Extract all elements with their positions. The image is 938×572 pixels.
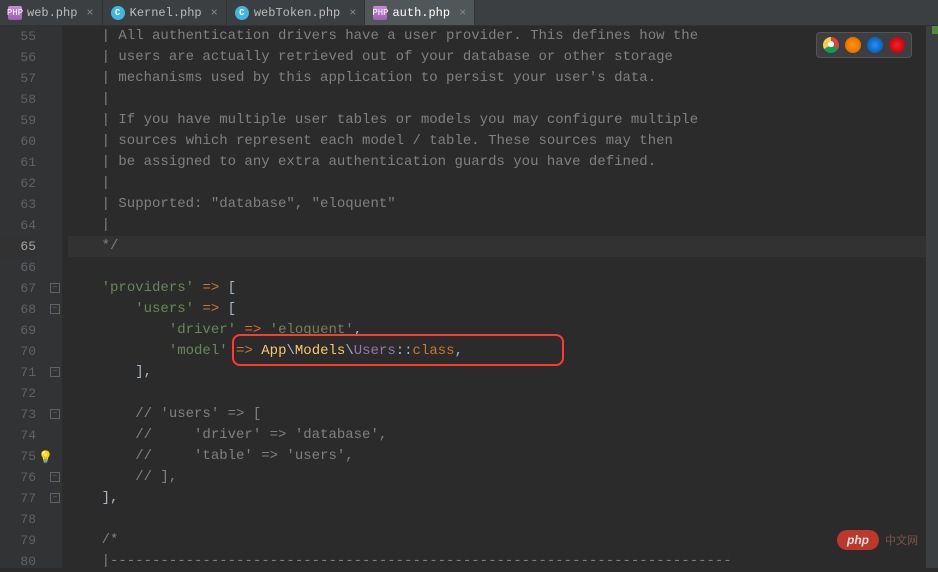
tab-webToken-php[interactable]: CwebToken.php × bbox=[227, 0, 366, 25]
fold-marker[interactable]: − bbox=[50, 493, 60, 503]
code-line[interactable]: 💡 */ bbox=[68, 236, 938, 257]
line-number: 80 bbox=[0, 551, 36, 572]
line-number: 62 bbox=[0, 173, 36, 194]
tab-label: web.php bbox=[27, 6, 77, 20]
code-line[interactable]: // 'table' => 'users', bbox=[68, 446, 938, 467]
intention-bulb-icon[interactable]: 💡 bbox=[38, 448, 54, 464]
close-icon[interactable]: × bbox=[459, 6, 466, 20]
editor-area: 5556575859606162636465666768697071727374… bbox=[0, 26, 938, 568]
chrome-icon[interactable] bbox=[823, 37, 839, 53]
tab-label: webToken.php bbox=[254, 6, 340, 20]
c-file-icon: C bbox=[111, 6, 125, 20]
code-line[interactable]: ], bbox=[68, 362, 938, 383]
line-number: 66 bbox=[0, 257, 36, 278]
close-icon[interactable]: × bbox=[349, 6, 356, 20]
line-number: 65 bbox=[0, 236, 36, 257]
code-line[interactable]: | bbox=[68, 215, 938, 236]
code-line[interactable]: ], bbox=[68, 488, 938, 509]
code-line[interactable]: | be assigned to any extra authenticatio… bbox=[68, 152, 938, 173]
code-line[interactable]: | bbox=[68, 89, 938, 110]
close-icon[interactable]: × bbox=[211, 6, 218, 20]
close-icon[interactable]: × bbox=[86, 6, 93, 20]
editor-tabs: PHPweb.php×CKernel.php×CwebToken.php×PHP… bbox=[0, 0, 938, 26]
line-number: 69 bbox=[0, 320, 36, 341]
fold-marker[interactable]: − bbox=[50, 409, 60, 419]
code-line[interactable]: | users are actually retrieved out of yo… bbox=[68, 47, 938, 68]
line-number: 68 bbox=[0, 299, 36, 320]
code-content[interactable]: | All authentication drivers have a user… bbox=[62, 26, 938, 568]
line-number: 63 bbox=[0, 194, 36, 215]
fold-marker[interactable]: − bbox=[50, 472, 60, 482]
watermark-badge: php bbox=[837, 530, 879, 550]
code-line[interactable]: | Supported: "database", "eloquent" bbox=[68, 194, 938, 215]
php-file-icon: PHP bbox=[373, 6, 387, 20]
line-number: 60 bbox=[0, 131, 36, 152]
code-line[interactable]: 'driver' => 'eloquent', bbox=[68, 320, 938, 341]
line-number: 70 bbox=[0, 341, 36, 362]
opera-icon[interactable] bbox=[889, 37, 905, 53]
line-number: 72 bbox=[0, 383, 36, 404]
line-number: 77 bbox=[0, 488, 36, 509]
c-file-icon: C bbox=[235, 6, 249, 20]
tab-Kernel-php[interactable]: C Kernel.php × bbox=[103, 0, 227, 25]
code-line[interactable]: 'model' => App\Models\Users::class, bbox=[68, 341, 938, 362]
code-line[interactable]: | mechanisms used by this application to… bbox=[68, 68, 938, 89]
safari-icon[interactable] bbox=[867, 37, 883, 53]
watermark-text: 中文网 bbox=[885, 532, 918, 548]
fold-marker[interactable]: − bbox=[50, 304, 60, 314]
code-line[interactable]: | sources which represent each model / t… bbox=[68, 131, 938, 152]
line-number: 57 bbox=[0, 68, 36, 89]
tab-label: auth.php bbox=[392, 6, 450, 20]
tab-auth-php[interactable]: PHP auth.php × bbox=[365, 0, 475, 25]
tab-label: Kernel.php bbox=[130, 6, 202, 20]
line-number-gutter: 5556575859606162636465666768697071727374… bbox=[0, 26, 48, 568]
scroll-indicator bbox=[932, 26, 938, 34]
code-line[interactable]: | If you have multiple user tables or mo… bbox=[68, 110, 938, 131]
fold-marker[interactable]: − bbox=[50, 367, 60, 377]
line-number: 74 bbox=[0, 425, 36, 446]
tab-web-php[interactable]: PHP web.php × bbox=[0, 0, 103, 25]
code-line[interactable]: 'users' => [ bbox=[68, 299, 938, 320]
line-number: 59 bbox=[0, 110, 36, 131]
line-number: 73 bbox=[0, 404, 36, 425]
code-line[interactable]: | bbox=[68, 173, 938, 194]
code-line[interactable]: 'providers' => [ bbox=[68, 278, 938, 299]
code-line[interactable] bbox=[68, 509, 938, 530]
browser-preview-icons bbox=[816, 32, 912, 58]
line-number: 76 bbox=[0, 467, 36, 488]
line-number: 55 bbox=[0, 26, 36, 47]
line-number: 58 bbox=[0, 89, 36, 110]
code-line[interactable]: // 'users' => [ bbox=[68, 404, 938, 425]
php-file-icon: PHP bbox=[8, 6, 22, 20]
code-line[interactable] bbox=[68, 257, 938, 278]
line-number: 61 bbox=[0, 152, 36, 173]
line-number: 71 bbox=[0, 362, 36, 383]
line-number: 64 bbox=[0, 215, 36, 236]
code-line[interactable]: /* bbox=[68, 530, 938, 551]
line-number: 67 bbox=[0, 278, 36, 299]
watermark: php 中文网 bbox=[837, 530, 918, 550]
fold-column: − − − − − − bbox=[48, 26, 62, 568]
code-line[interactable]: // ], bbox=[68, 467, 938, 488]
fold-marker[interactable]: − bbox=[50, 283, 60, 293]
line-number: 78 bbox=[0, 509, 36, 530]
vertical-scrollbar[interactable] bbox=[926, 26, 938, 568]
code-line[interactable]: |---------------------------------------… bbox=[68, 551, 938, 572]
code-line[interactable]: // 'driver' => 'database', bbox=[68, 425, 938, 446]
firefox-icon[interactable] bbox=[845, 37, 861, 53]
line-number: 79 bbox=[0, 530, 36, 551]
line-number: 75 bbox=[0, 446, 36, 467]
line-number: 56 bbox=[0, 47, 36, 68]
code-line[interactable] bbox=[68, 383, 938, 404]
code-line[interactable]: | All authentication drivers have a user… bbox=[68, 26, 938, 47]
